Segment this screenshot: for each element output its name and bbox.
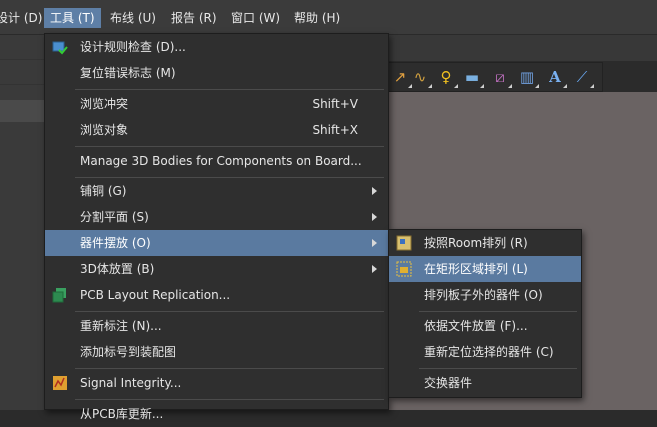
menu-item-label: 复位错误标志 (M) [80, 66, 176, 80]
shortcut-text: Shift+V [312, 97, 358, 111]
submenu-item-swap-components[interactable]: 交换器件 [389, 370, 581, 396]
menu-separator [75, 311, 384, 312]
menu-item-label: 交换器件 [424, 376, 473, 390]
submenu-item-place-from-file[interactable]: 依据文件放置 (F)... [389, 313, 581, 339]
menu-item-pcb-layout-replication[interactable]: PCB Layout Replication... [45, 282, 388, 308]
line-icon[interactable]: ⟋ [572, 67, 594, 88]
menu-item-label: 排列板子外的器件 (O) [424, 288, 543, 302]
component-placement-submenu: 按照Room排列 (R) 在矩形区域排列 (L) 排列板子外的器件 (O) 依据… [388, 229, 582, 398]
submenu-arrow-icon [372, 187, 377, 195]
menu-item-label: 3D体放置 (B) [80, 262, 155, 276]
menu-separator [419, 368, 577, 369]
menu-item-re-annotate[interactable]: 重新标注 (N)... [45, 313, 388, 339]
menu-item-polygon-pours[interactable]: 铺铜 (G) [45, 178, 388, 204]
menu-separator [75, 89, 384, 90]
menu-item-label: Signal Integrity... [80, 376, 182, 390]
menu-item-component-placement[interactable]: 器件摆放 (O) [45, 230, 388, 256]
menu-item-label: Manage 3D Bodies for Components on Board… [80, 154, 362, 168]
menu-separator [75, 146, 384, 147]
signal-integrity-icon [53, 376, 67, 390]
wave-icon[interactable]: ∿ [410, 67, 432, 88]
menu-item-signal-integrity[interactable]: Signal Integrity... [45, 370, 388, 396]
submenu-item-arrange-within-room[interactable]: 按照Room排列 (R) [389, 230, 581, 256]
document-tab-strip [388, 35, 657, 61]
submenu-arrow-icon [372, 265, 377, 273]
menu-item-browse-violations[interactable]: 浏览冲突 Shift+V [45, 91, 388, 117]
submenu-item-reposition-selected[interactable]: 重新定位选择的器件 (C) [389, 339, 581, 365]
menu-item-label: 依据文件放置 (F)... [424, 319, 528, 333]
menu-item-label: 重新标注 (N)... [80, 319, 162, 333]
menu-item-browse-objects[interactable]: 浏览对象 Shift+X [45, 117, 388, 143]
menu-tools[interactable]: 工具 (T) [44, 8, 101, 28]
layer-icon[interactable]: ▬ [462, 67, 484, 88]
key-icon[interactable]: ♀ [436, 67, 458, 88]
menu-item-add-designators-to-assembly[interactable]: 添加标号到装配图 [45, 339, 388, 365]
text-icon[interactable]: A [545, 67, 567, 88]
submenu-item-arrange-outside-board[interactable]: 排列板子外的器件 (O) [389, 282, 581, 308]
menubar: 设计 (D) 工具 (T) 布线 (U) 报告 (R) 窗口 (W) 帮助 (H… [0, 0, 657, 35]
menu-item-split-planes[interactable]: 分割平面 (S) [45, 204, 388, 230]
arrange-in-rectangle-icon [396, 261, 412, 277]
left-panel [0, 35, 44, 410]
menu-item-reset-error-markers[interactable]: 复位错误标志 (M) [45, 60, 388, 86]
menu-item-label: 铺铜 (G) [80, 184, 127, 198]
menu-item-label: 设计规则检查 (D)... [80, 40, 186, 54]
chart-icon[interactable]: ▥ [517, 67, 539, 88]
menu-route[interactable]: 布线 (U) [104, 8, 162, 28]
tools-menu: 设计规则检查 (D)... 复位错误标志 (M) 浏览冲突 Shift+V 浏览… [44, 33, 389, 421]
menu-reports[interactable]: 报告 (R) [165, 8, 223, 28]
menu-item-label: 浏览对象 [80, 123, 129, 137]
menu-item-manage-3d-bodies[interactable]: Manage 3D Bodies for Components on Board… [45, 148, 388, 174]
menu-item-label: PCB Layout Replication... [80, 288, 231, 302]
menu-item-3d-body-placement[interactable]: 3D体放置 (B) [45, 256, 388, 282]
panel-tab[interactable] [0, 100, 44, 122]
drc-icon [52, 41, 68, 55]
shortcut-text: Shift+X [312, 123, 358, 137]
menu-item-label: 器件摆放 (O) [80, 236, 151, 250]
menu-item-label: 分割平面 (S) [80, 210, 149, 224]
menu-item-label: 按照Room排列 (R) [424, 236, 528, 250]
menu-help[interactable]: 帮助 (H) [288, 8, 346, 28]
menu-item-design-rule-check[interactable]: 设计规则检查 (D)... [45, 34, 388, 60]
menu-design[interactable]: 设计 (D) [0, 8, 48, 28]
menu-item-label: 浏览冲突 [80, 97, 129, 111]
menu-separator [75, 368, 384, 369]
menu-item-update-from-pcb-libraries[interactable]: 从PCB库更新... [45, 401, 388, 427]
submenu-item-arrange-within-rectangle[interactable]: 在矩形区域排列 (L) [389, 256, 581, 282]
menu-item-label: 在矩形区域排列 (L) [424, 262, 528, 276]
menu-separator [75, 399, 384, 400]
menu-item-label: 从PCB库更新... [80, 407, 164, 421]
placement-toolbar: ↗ ∿ ♀ ▬ ⧄ ▥ A ⟋ [388, 62, 603, 92]
submenu-arrow-icon [372, 213, 377, 221]
menu-item-label: 重新定位选择的器件 (C) [424, 345, 554, 359]
submenu-arrow-icon [372, 239, 377, 247]
route-icon[interactable]: ↗ [390, 67, 412, 88]
arrange-in-room-icon [396, 235, 412, 251]
menu-item-label: 添加标号到装配图 [80, 345, 177, 359]
box-icon[interactable]: ⧄ [490, 67, 512, 88]
menu-separator [419, 311, 577, 312]
pcb-replication-icon [52, 288, 66, 303]
menu-window[interactable]: 窗口 (W) [225, 8, 286, 28]
